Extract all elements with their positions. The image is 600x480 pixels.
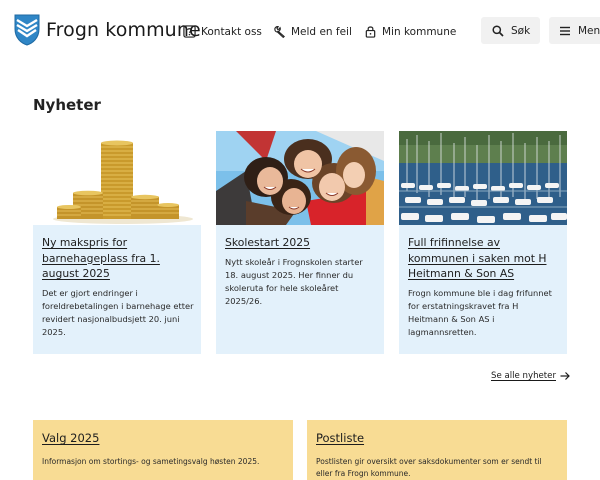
news-card-title[interactable]: Skolestart 2025 [225,235,377,251]
nav-contact[interactable]: Kontakt oss [183,25,262,38]
site-brand[interactable]: Frogn kommune [46,19,201,41]
info-box-title[interactable]: Valg 2025 [42,431,99,445]
children-circle-image [216,131,384,225]
see-all-news-label: Se alle nyheter [491,371,556,381]
nav-report-error-label: Meld en feil [291,25,352,38]
search-button[interactable]: Søk [481,17,540,44]
lock-icon [365,26,376,38]
menu-button-label: Meny [578,24,600,37]
search-icon [492,24,504,37]
question-icon [183,25,196,38]
nav-my-municipality[interactable]: Min kommune [364,25,456,38]
coin-stacks-image [33,131,201,225]
news-card-title[interactable]: Full frifinnelse av kommunen i saken mot… [408,235,560,282]
info-box-text: Postlisten gir oversikt over saksdokumen… [316,457,542,478]
search-button-label: Søk [511,24,531,37]
see-all-news-link[interactable]: Se alle nyheter [491,371,570,381]
news-heading: Nyheter [33,96,101,114]
info-box-text: Informasjon om stortings- og sametingsva… [42,457,260,466]
municipality-shield-logo[interactable] [14,14,40,46]
news-card[interactable]: Full frifinnelse av kommunen i saken mot… [399,131,567,354]
marina-boats-image [399,131,567,225]
news-card-image [216,131,384,225]
arrow-right-icon [560,372,570,380]
nav-report-error[interactable]: Meld en feil [273,25,352,38]
news-card-title[interactable]: Ny makspris for barnehageplass fra 1. au… [42,235,194,282]
news-card-image [399,131,567,225]
info-box-election[interactable]: Valg 2025 Informasjon om stortings- og s… [33,420,293,480]
news-card-text: Frogn kommune ble i dag frifunnet for er… [408,288,552,337]
news-card[interactable]: Skolestart 2025 Nytt skoleår i Frognskol… [216,131,384,354]
menu-button[interactable]: Meny [549,17,600,44]
news-card-text: Nytt skoleår i Frognskolen starter 18. a… [225,257,363,306]
news-card[interactable]: Ny makspris for barnehageplass fra 1. au… [33,131,201,354]
nav-contact-label: Kontakt oss [201,25,262,38]
site-header: Frogn kommune Kontakt oss Meld en feil M… [0,0,600,62]
nav-my-municipality-label: Min kommune [382,25,457,38]
info-box-title[interactable]: Postliste [316,431,364,445]
info-box-post-list[interactable]: Postliste Postlisten gir oversikt over s… [307,420,567,480]
news-card-image [33,131,201,225]
wrench-icon [274,25,285,38]
hamburger-menu-icon [560,26,570,35]
news-card-text: Det er gjort endringer i foreldrebetalin… [42,288,194,337]
